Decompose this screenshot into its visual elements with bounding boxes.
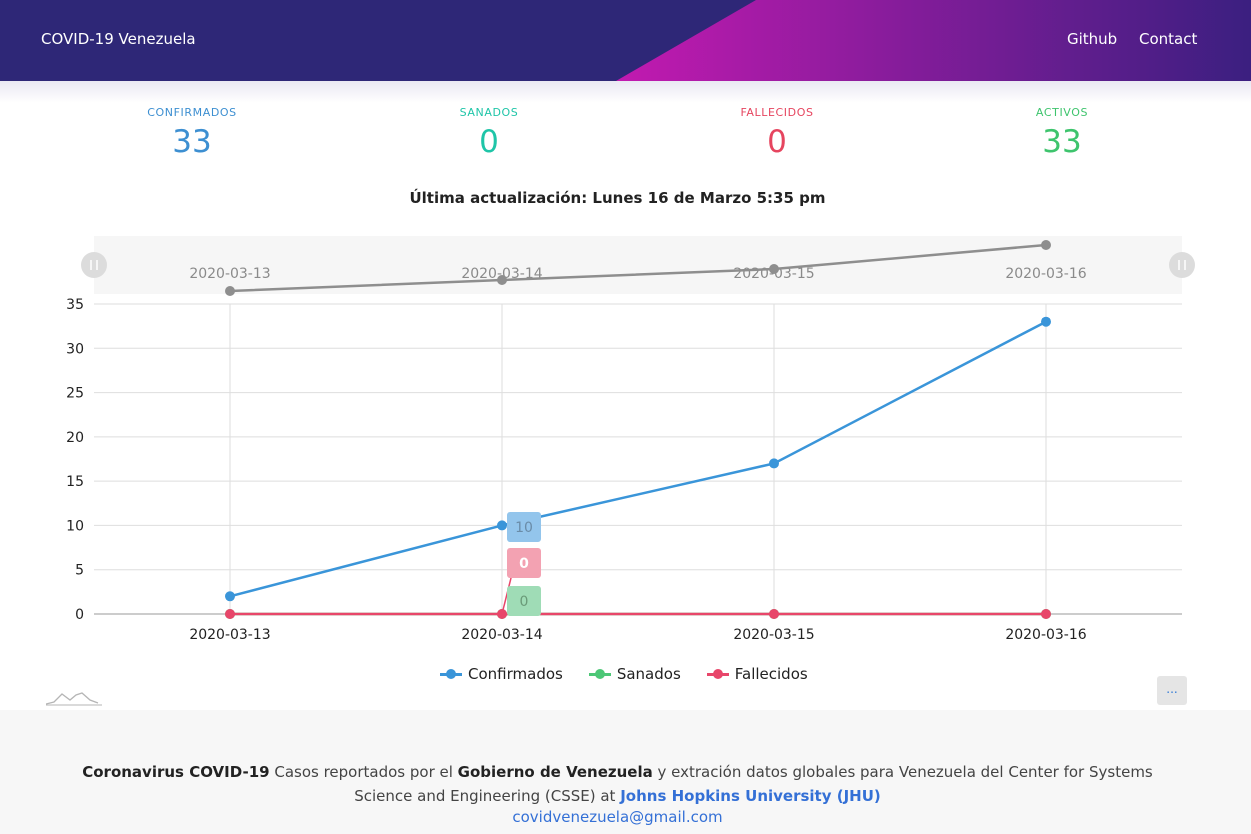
legend-item-fallecidos[interactable]: Fallecidos	[706, 665, 808, 683]
y-tick-label: 30	[66, 341, 84, 357]
y-tick-label: 15	[66, 474, 84, 490]
datazoom-handle-left	[81, 252, 107, 278]
stat-activos-label: ACTIVOS	[1035, 106, 1089, 119]
legend-item-confirmados[interactable]: Confirmados	[440, 665, 563, 683]
stat-confirmados-value: 33	[172, 124, 212, 160]
footer-covid-title: Coronavirus COVID-19	[82, 763, 270, 781]
stat-activos-value: 33	[1042, 124, 1082, 160]
series-confirmados-point	[497, 520, 507, 531]
y-tick-label: 25	[66, 386, 84, 402]
y-tick-label: 5	[75, 563, 84, 579]
more-options-button[interactable]: ...	[1157, 676, 1187, 705]
footer-gobierno: Gobierno de Venezuela	[457, 763, 653, 781]
datazoom-point	[225, 286, 235, 296]
y-tick-label: 20	[66, 430, 84, 446]
x-tick-label: 2020-03-16	[1005, 627, 1086, 643]
stat-sanados-value: 0	[479, 124, 499, 160]
tooltip-value: 0	[519, 556, 529, 572]
stat-activos: ACTIVOS 33	[952, 106, 1172, 159]
legend-confirmados-label: Confirmados	[468, 665, 563, 683]
y-tick-label: 35	[66, 297, 84, 313]
datazoom-point	[769, 264, 779, 274]
x-tick-label: 2020-03-14	[461, 627, 542, 643]
legend-confirmados-marker	[440, 669, 462, 679]
header-shadow	[0, 81, 1251, 103]
brand-link[interactable]: COVID-19 Venezuela	[41, 30, 196, 48]
cases-line-chart[interactable]: 2020-03-13 2020-03-14 2020-03-15 2020-03-16…	[0, 225, 1251, 665]
stat-confirmados-label: CONFIRMADOS	[147, 106, 237, 119]
datazoom-background	[94, 236, 1182, 294]
footer-description: Coronavirus COVID-19 Casos reportados po…	[60, 760, 1175, 808]
legend-sanados-label: Sanados	[616, 665, 681, 683]
nav-contact-link[interactable]: Contact	[1139, 30, 1197, 48]
chart-legend: Confirmados Sanados Fallecidos	[440, 665, 808, 683]
navbar: COVID-19 Venezuela Github Contact	[0, 0, 1251, 81]
series-fallecidos-point	[769, 609, 779, 619]
x-tick-label: 2020-03-15	[733, 627, 814, 643]
mini-chart-icon	[46, 692, 102, 706]
legend-fallecidos-marker	[706, 669, 729, 679]
stat-fallecidos: FALLECIDOS 0	[667, 106, 887, 159]
stat-fallecidos-label: FALLECIDOS	[740, 106, 814, 119]
tooltip-value: 10	[515, 520, 533, 536]
datazoom-label: 2020-03-16	[1005, 266, 1086, 282]
series-confirmados-point	[1041, 316, 1051, 327]
series-confirmados-point	[769, 458, 779, 469]
footer-text-part-1: Casos reportados por el	[269, 763, 458, 781]
contact-email-link[interactable]: covidvenezuela@gmail.com	[0, 808, 1235, 826]
legend-item-sanados[interactable]: Sanados	[588, 665, 681, 683]
legend-fallecidos-label: Fallecidos	[734, 665, 808, 683]
series-confirmados-line	[229, 320, 1047, 598]
nav-github-link[interactable]: Github	[1067, 30, 1117, 48]
last-update-text: Última actualización: Lunes 16 de Marzo …	[409, 189, 826, 207]
y-tick-label: 10	[66, 518, 84, 534]
stat-fallecidos-value: 0	[767, 124, 787, 160]
stat-confirmados: CONFIRMADOS 33	[82, 106, 302, 159]
series-fallecidos-point	[225, 609, 235, 619]
footer: Coronavirus COVID-19 Casos reportados po…	[0, 710, 1251, 834]
tooltip-value: 0	[520, 594, 529, 610]
y-tick-label: 0	[75, 607, 84, 623]
series-fallecidos-point	[1041, 609, 1051, 619]
datazoom-point	[497, 275, 507, 285]
series-confirmados-point	[225, 591, 235, 602]
stat-sanados-label: SANADOS	[459, 106, 519, 119]
x-tick-label: 2020-03-13	[189, 627, 270, 643]
jhu-link[interactable]: Johns Hopkins University (JHU)	[620, 787, 881, 805]
legend-sanados-marker	[588, 669, 611, 679]
datazoom-label: 2020-03-13	[189, 266, 270, 282]
datazoom-handle-right	[1169, 252, 1195, 278]
datazoom-point	[1041, 240, 1051, 250]
stat-sanados: SANADOS 0	[379, 106, 599, 159]
